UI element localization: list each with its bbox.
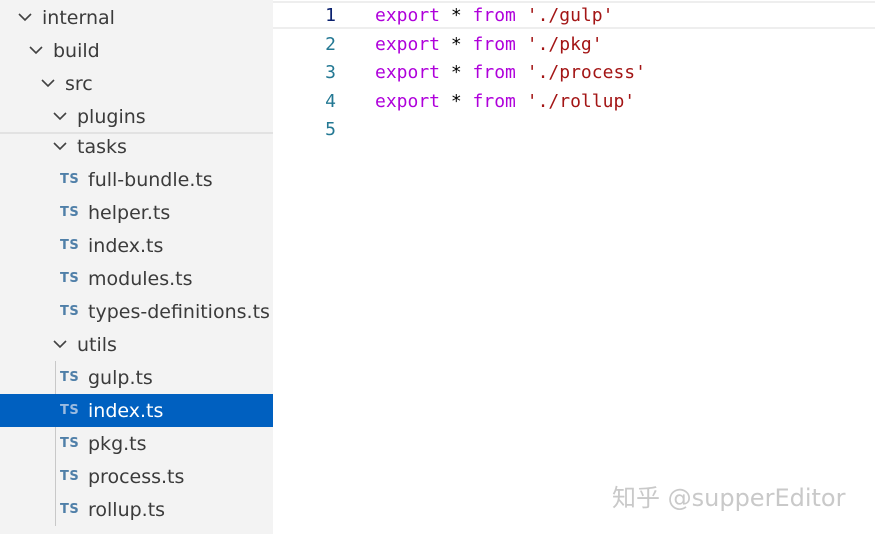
folder-tasks[interactable]: tasks <box>0 130 273 163</box>
file-label: helper.ts <box>88 201 171 224</box>
file-label: index.ts <box>88 399 164 422</box>
folder-label: plugins <box>77 105 146 128</box>
keyword-token: export <box>375 90 441 112</box>
chevron-down-icon <box>16 9 34 27</box>
folder-label: build <box>53 39 100 62</box>
keyword-token: from <box>472 33 516 55</box>
folder-label: internal <box>42 6 115 29</box>
code-line[interactable]: 5 <box>273 115 875 143</box>
code-line[interactable]: 2 export * from './pkg' <box>273 30 875 58</box>
file-item[interactable]: TS pkg.ts <box>0 427 273 460</box>
file-label: types-definitions.ts <box>88 300 270 323</box>
string-token: './rollup' <box>526 90 636 112</box>
file-label: process.ts <box>88 465 185 488</box>
file-label: modules.ts <box>88 267 193 290</box>
keyword-token: from <box>472 90 516 112</box>
typescript-file-icon: TS <box>60 436 80 451</box>
code-line[interactable]: 1 export * from './gulp' <box>273 1 875 29</box>
explorer-sidebar: internal build src plugins tasks TS full… <box>0 0 273 534</box>
typescript-file-icon: TS <box>60 238 80 253</box>
code-text: export * from './pkg' <box>375 34 603 55</box>
operator-token: * <box>440 90 473 112</box>
operator-token: * <box>440 61 473 83</box>
file-label: rollup.ts <box>88 498 166 521</box>
typescript-file-icon: TS <box>60 205 80 220</box>
typescript-file-icon: TS <box>60 502 80 517</box>
string-token: './process' <box>526 61 646 83</box>
line-number: 2 <box>325 33 336 55</box>
code-text: export * from './rollup' <box>375 91 635 112</box>
keyword-token: from <box>472 61 516 83</box>
file-item[interactable]: TS index.ts <box>0 229 273 262</box>
file-item[interactable]: TS full-bundle.ts <box>0 163 273 196</box>
folder-label: tasks <box>77 135 127 158</box>
folder-label: src <box>65 72 93 95</box>
keyword-token: export <box>375 61 441 83</box>
code-text: export * from './process' <box>375 62 646 83</box>
folder-label: utils <box>77 333 117 356</box>
vscode-window: internal build src plugins tasks TS full… <box>0 0 875 534</box>
typescript-file-icon: TS <box>60 469 80 484</box>
keyword-token: export <box>375 4 441 26</box>
typescript-file-icon: TS <box>60 271 80 286</box>
chevron-down-icon <box>27 42 45 60</box>
file-item-selected[interactable]: TS index.ts <box>0 394 273 427</box>
code-line[interactable]: 3 export * from './process' <box>273 58 875 86</box>
file-item[interactable]: TS helper.ts <box>0 196 273 229</box>
line-number: 5 <box>325 118 336 140</box>
chevron-down-icon <box>51 108 69 126</box>
file-item[interactable]: TS gulp.ts <box>0 361 273 394</box>
typescript-file-icon: TS <box>60 403 80 418</box>
file-item[interactable]: TS process.ts <box>0 460 273 493</box>
file-item[interactable]: TS modules.ts <box>0 262 273 295</box>
file-label: full-bundle.ts <box>88 168 213 191</box>
code-line[interactable]: 4 export * from './rollup' <box>273 87 875 115</box>
file-item[interactable]: TS rollup.ts <box>0 493 273 526</box>
keyword-token: export <box>375 33 441 55</box>
watermark: 知乎 @supperEditor <box>612 484 846 512</box>
line-number: 3 <box>325 61 336 83</box>
folder-internal[interactable]: internal <box>0 1 273 34</box>
code-text: export * from './gulp' <box>375 5 613 26</box>
typescript-file-icon: TS <box>60 370 80 385</box>
line-number: 1 <box>325 4 336 26</box>
operator-token: * <box>440 33 473 55</box>
chevron-down-icon <box>51 336 69 354</box>
file-label: index.ts <box>88 234 164 257</box>
folder-build[interactable]: build <box>0 34 273 67</box>
typescript-file-icon: TS <box>60 304 80 319</box>
keyword-token: from <box>472 4 516 26</box>
line-number: 4 <box>325 90 336 112</box>
folder-utils[interactable]: utils <box>0 328 273 361</box>
folder-plugins[interactable]: plugins <box>0 100 273 133</box>
operator-token: * <box>440 4 473 26</box>
code-editor[interactable]: 1 export * from './gulp' 2 export * from… <box>273 0 875 534</box>
file-label: pkg.ts <box>88 432 147 455</box>
chevron-down-icon <box>51 138 69 156</box>
file-item[interactable]: TS types-definitions.ts <box>0 295 273 328</box>
folder-src[interactable]: src <box>0 67 273 100</box>
file-label: gulp.ts <box>88 366 153 389</box>
string-token: './gulp' <box>526 4 614 26</box>
string-token: './pkg' <box>526 33 603 55</box>
typescript-file-icon: TS <box>60 172 80 187</box>
chevron-down-icon <box>39 75 57 93</box>
